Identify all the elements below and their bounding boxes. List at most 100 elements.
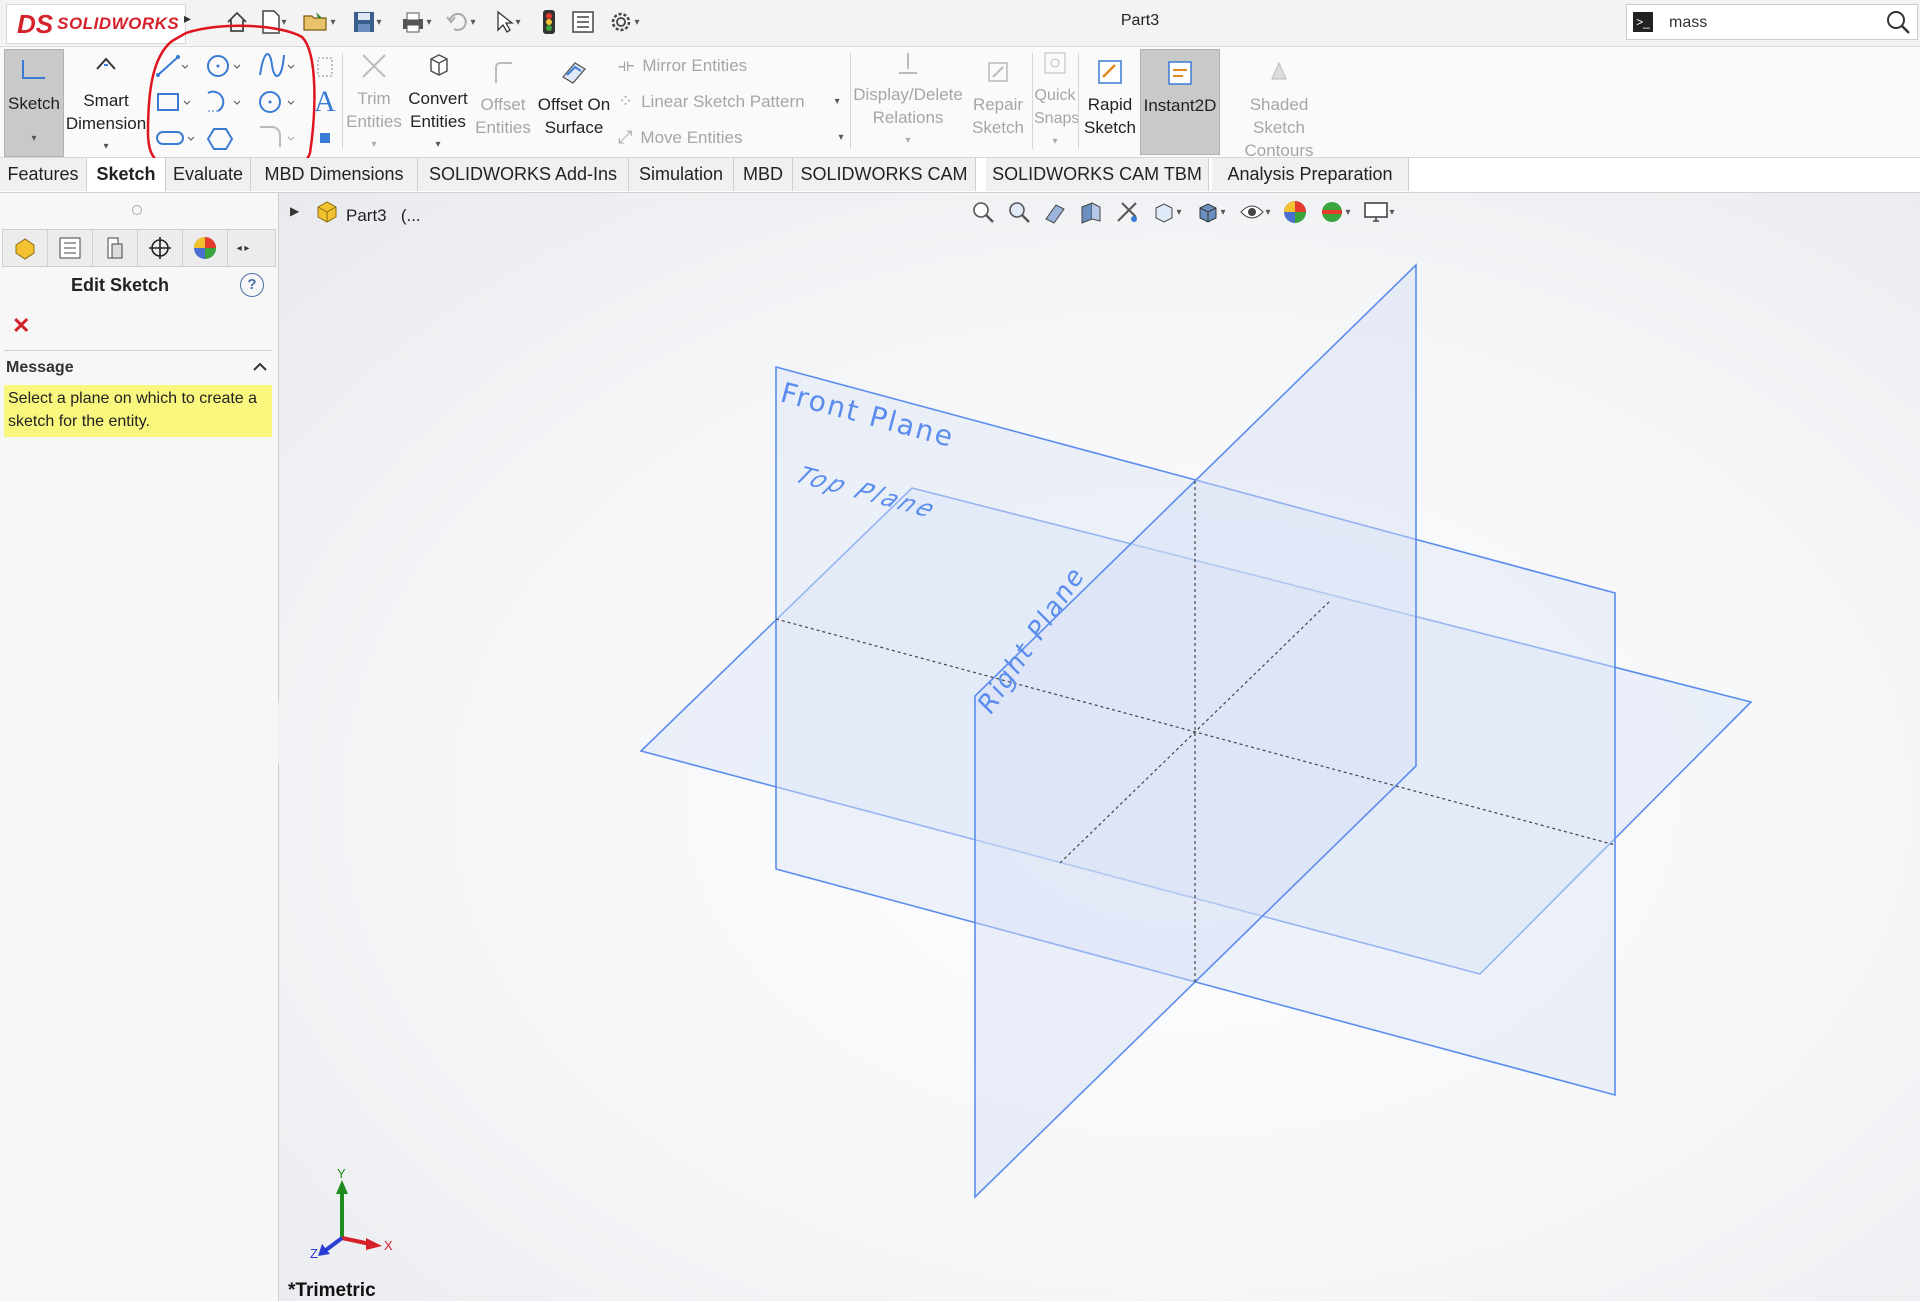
chevron-up-icon[interactable] [252,359,268,375]
feature-manager-tab-icon[interactable] [3,230,48,266]
sketch-label: Sketch [8,94,60,113]
heads-up-view-toolbar: ▾ ▾ ▾ ▾ ▾ [968,196,1398,228]
undo-icon[interactable]: ▾ [440,8,482,36]
part-suffix: (... [400,206,421,225]
part-icon[interactable] [314,198,340,224]
shaded-contours-icon [1271,61,1287,80]
help-icon[interactable]: ? [240,273,264,297]
point-icon[interactable] [320,133,330,143]
smart-dimension-icon [96,57,116,70]
instant2d-icon [1168,61,1192,85]
zoom-to-fit-icon[interactable] [968,198,998,226]
trim-entities-button[interactable]: Trim Entities ▾ [346,51,402,151]
tab-sketch[interactable]: Sketch [87,158,166,191]
offset-on-surface-icon [562,62,586,84]
x-axis-label: X [384,1238,393,1253]
convert-entities-button[interactable]: Convert Entities ▾ [404,51,472,151]
rapid-sketch-button[interactable]: Rapid Sketch [1080,51,1140,151]
linear-sketch-pattern-button[interactable]: ⁘ Linear Sketch Pattern ▾ [618,91,840,112]
options-icon[interactable]: ▾ [602,8,646,36]
instant2d-button[interactable]: Instant2D [1140,49,1220,155]
edit-appearance-icon[interactable] [1280,198,1310,226]
tab-evaluate[interactable]: Evaluate [166,158,251,191]
tab-features[interactable]: Features [0,158,87,191]
flyout-tree-part[interactable]: Part3 (... [346,206,421,226]
sketch-button[interactable]: Sketch ▾ [4,49,64,157]
sketch-picture-icon[interactable] [316,55,336,81]
previous-view-icon[interactable] [1040,198,1070,226]
tab-analysis-preparation[interactable]: Analysis Preparation [1212,158,1409,191]
apply-scene-icon[interactable]: ▾ [1316,198,1354,226]
configuration-manager-tab-icon[interactable] [93,230,138,266]
zoom-to-area-icon[interactable] [1004,198,1034,226]
relations-label-2: Relations [872,108,944,127]
right-plane[interactable] [974,263,1417,1199]
panel-scroll-arrows[interactable]: ◂ ▸ [228,230,258,266]
rebuild-icon[interactable] [534,8,564,36]
repair-sketch-button[interactable]: Repair Sketch [966,51,1030,151]
offset-surface-label-2: Surface [544,118,604,137]
cancel-close-icon[interactable]: ✕ [12,313,30,339]
message-text: Select a plane on which to create a sket… [4,385,272,437]
display-manager-tab-icon[interactable] [183,230,228,266]
ribbon-separator [1032,53,1033,149]
tab-simulation[interactable]: Simulation [629,158,734,191]
quick-snaps-icon [1044,52,1066,74]
view-orientation-icon[interactable]: ▾ [1148,198,1186,226]
reference-triad[interactable]: Y X Z [308,1168,398,1258]
trim-label-2: Entities [346,112,402,131]
display-delete-relations-button[interactable]: Display/Delete Relations ▾ [852,51,964,151]
repair-label-1: Repair [972,95,1024,114]
shaded-contours-label-1: Shaded Sketch [1249,95,1309,137]
dynamic-annotation-icon[interactable] [1112,198,1142,226]
search-icon[interactable] [1885,9,1911,35]
hide-show-items-icon[interactable]: ▾ [1236,198,1274,226]
smart-dimension-button[interactable]: Smart Dimension ▾ [64,49,148,155]
move-entities-label: Move Entities [640,127,743,147]
ribbon-separator [850,53,851,149]
move-entities-button[interactable]: ⤢ Move Entities ▾ [618,127,843,148]
offset-label-2: Entities [475,118,531,137]
relations-label-1: Display/Delete [853,85,963,104]
ribbon-separator [1078,53,1079,149]
message-section-header[interactable]: Message [6,359,74,377]
property-manager-tab-icon[interactable] [48,230,93,266]
offset-entities-button[interactable]: Offset Entities [474,51,532,151]
tab-mbd-dimensions[interactable]: MBD Dimensions [251,158,418,191]
offset-on-surface-button[interactable]: Offset On Surface [532,51,616,151]
search-input[interactable] [1667,11,1871,35]
tab-mbd[interactable]: MBD [734,158,793,191]
trim-label-1: Trim [357,89,391,108]
display-style-icon[interactable]: ▾ [1192,198,1230,226]
print-icon[interactable]: ▾ [394,8,438,36]
z-axis-label: Z [310,1246,318,1258]
section-view-icon[interactable] [1076,198,1106,226]
sketch-icon [22,60,45,79]
command-prompt-icon: >_ [1633,12,1653,32]
panel-grip-icon[interactable] [132,205,142,215]
tab-solidworks-cam-tbm[interactable]: SOLIDWORKS CAM TBM [986,158,1209,191]
select-icon[interactable]: ▾ [488,8,528,36]
tree-expand-icon[interactable]: ▶ [290,204,299,218]
shaded-sketch-contours-button[interactable]: Shaded Sketch Contours [1222,51,1336,160]
quick-snaps-button[interactable]: Quick Snaps ▾ [1034,51,1079,151]
part-name: Part3 [346,206,387,225]
reference-planes: Front Plane Top Plane Right Plane [639,263,1753,1199]
text-icon[interactable]: A [314,85,338,118]
dimxpert-manager-tab-icon[interactable] [138,230,183,266]
property-manager-panel: ◂ ▸ Edit Sketch ? ✕ Message Select a pla… [0,193,279,1301]
smart-dimension-label-2: Dimension [65,114,147,133]
panel-title: Edit Sketch [70,275,170,295]
smart-dimension-label-1: Smart [83,91,129,110]
instant2d-label: Instant2D [1143,96,1217,115]
view-settings-icon[interactable]: ▾ [1360,198,1398,226]
tab-solidworks-cam[interactable]: SOLIDWORKS CAM [793,158,976,191]
linear-pattern-label: Linear Sketch Pattern [641,91,805,111]
move-icon: ⤢ [618,127,633,147]
command-search-box[interactable]: >_ [1626,4,1918,40]
command-manager-ribbon: Sketch ▾ Smart Dimension ▾ A Trim Entiti… [0,24,1920,176]
save-icon[interactable]: ▾ [346,8,388,36]
tab-solidworks-add-ins[interactable]: SOLIDWORKS Add-Ins [418,158,629,191]
file-properties-icon[interactable] [568,8,598,36]
mirror-entities-button[interactable]: ⟛ Mirror Entities [618,55,747,76]
